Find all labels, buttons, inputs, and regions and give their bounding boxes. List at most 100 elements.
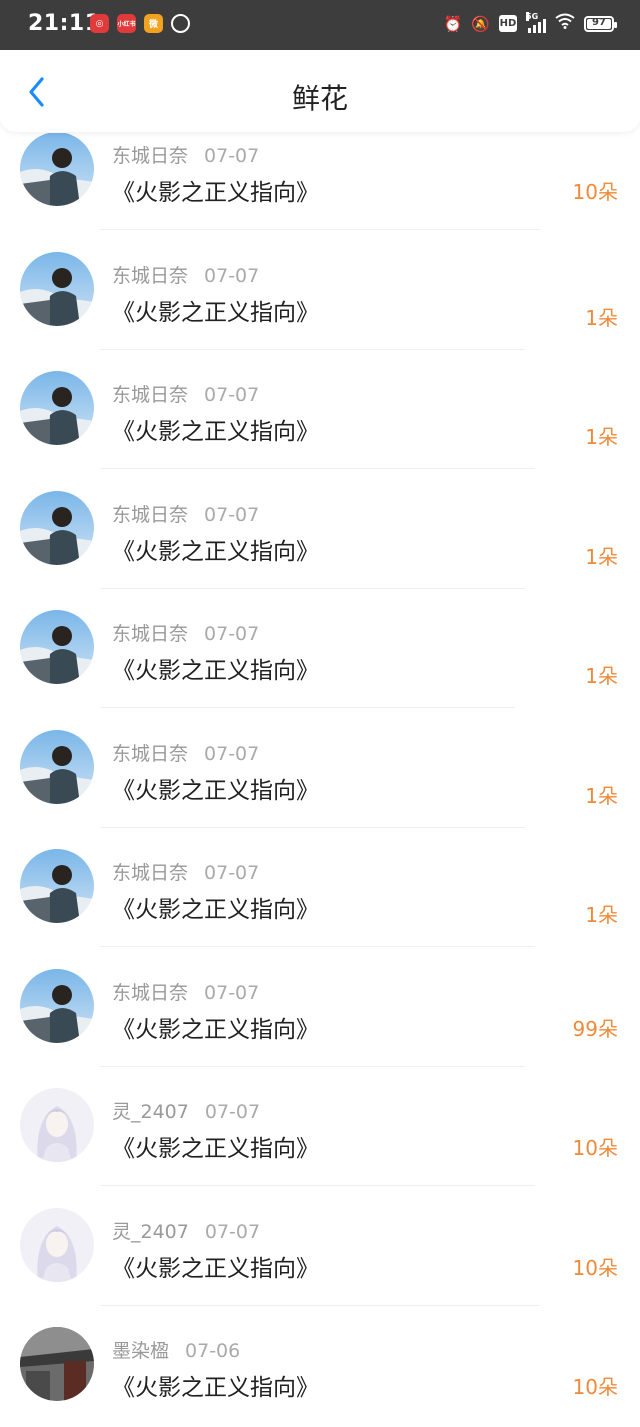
avatar[interactable] (20, 1327, 94, 1401)
avatar[interactable] (20, 490, 94, 565)
user-name: 东城日奈 07-07 (112, 619, 259, 646)
divider (100, 1065, 525, 1067)
record-date: 07-07 (204, 862, 260, 884)
list-item[interactable]: 东城日奈 07-07 《火影之正义指向》 1朵 (0, 837, 640, 957)
divider (100, 1185, 535, 1186)
user-name-text: 东城日奈 (112, 503, 189, 526)
record-date: 07-07 (204, 981, 260, 1004)
weibo-icon: 微 (144, 14, 163, 33)
list-item[interactable]: 东城日奈 07-07 《火影之正义指向》 1朵 (0, 359, 640, 479)
user-name: 东城日奈 07-07 (112, 739, 259, 766)
list-item[interactable]: 东城日奈 07-07 《火影之正义指向》 1朵 (0, 479, 640, 599)
record-date: 07-07 (204, 145, 260, 167)
divider (100, 348, 525, 350)
user-name: 灵_2407 07-07 (112, 1217, 260, 1244)
book-title: 《火影之正义指向》 (112, 1375, 319, 1401)
book-title: 《火影之正义指向》 (112, 299, 319, 326)
user-name: 灵_2407 07-07 (112, 1097, 260, 1124)
user-name-text: 东城日奈 (112, 742, 189, 765)
signal-icon: 5G (526, 11, 546, 33)
divider (100, 587, 525, 589)
avatar[interactable] (20, 251, 94, 326)
divider (100, 707, 515, 708)
user-name: 东城日奈 07-07 (112, 858, 259, 885)
book-title: 《火影之正义指向》 (112, 538, 319, 565)
user-name: 东城日奈 07-07 (112, 978, 259, 1005)
user-name-text: 东城日奈 (112, 623, 189, 645)
book-title: 《火影之正义指向》 (112, 419, 319, 445)
list-item[interactable]: 东城日奈 07-07 《火影之正义指向》 1朵 (0, 718, 640, 838)
flower-count: 10朵 (572, 1255, 618, 1280)
list-item[interactable]: 东城日奈 07-07 《火影之正义指向》 10朵 (0, 133, 640, 240)
user-name: 墨染楹 07-06 (112, 1336, 240, 1363)
battery-level: 97 (592, 16, 606, 28)
flower-count: 1朵 (585, 544, 618, 569)
list-item[interactable]: 墨染楹 07-06 《火影之正义指向》 10朵 (0, 1315, 640, 1427)
avatar[interactable] (20, 968, 94, 1043)
user-name: 东城日奈 07-07 (112, 380, 259, 407)
network-type: 5G (526, 11, 539, 21)
book-title: 《火影之正义指向》 (112, 1016, 319, 1043)
flower-count: 10朵 (572, 1375, 618, 1399)
flower-record-list[interactable]: 东城日奈 07-07 《火影之正义指向》 10朵 东城日奈 07-07 《火影之正义指向》 1… (0, 133, 640, 1427)
record-date: 07-07 (204, 384, 260, 406)
avatar[interactable] (20, 849, 94, 923)
user-name-text: 东城日奈 (112, 981, 189, 1004)
user-name-text: 灵_2407 (112, 1101, 189, 1123)
avatar[interactable] (20, 371, 94, 445)
avatar[interactable] (20, 1088, 94, 1162)
xiaohongshu-icon: 小红书 (117, 14, 136, 33)
divider (100, 468, 535, 469)
record-date: 07-06 (185, 1340, 241, 1362)
flower-count: 99朵 (572, 1016, 618, 1041)
book-title: 《火影之正义指向》 (112, 1255, 319, 1282)
record-date: 07-07 (204, 264, 260, 287)
record-date: 07-07 (204, 623, 260, 645)
wifi-icon (555, 13, 575, 34)
user-name-text: 墨染楹 (112, 1340, 170, 1362)
divider (100, 826, 525, 828)
record-date: 07-07 (204, 503, 260, 526)
list-item[interactable]: 东城日奈 07-07 《火影之正义指向》 99朵 (0, 957, 640, 1077)
record-date: 07-07 (204, 1101, 261, 1123)
status-bar: 21:11 ◎ 小红书 微 ⏰ 🔕 HD 5G 97 (0, 0, 640, 50)
battery-icon: 97 (584, 15, 617, 32)
divider (100, 1304, 540, 1306)
flower-count: 1朵 (585, 664, 618, 688)
page-title: 鲜花 (291, 82, 348, 115)
list-item[interactable]: 灵_2407 07-07 《火影之正义指向》 10朵 (0, 1076, 640, 1196)
alarm-icon: ⏰ (443, 14, 463, 33)
flower-count: 1朵 (585, 783, 618, 808)
flower-count: 10朵 (572, 1136, 618, 1160)
book-title: 《火影之正义指向》 (112, 777, 319, 804)
book-title: 《火影之正义指向》 (112, 1136, 319, 1162)
user-name: 东城日奈 07-07 (112, 261, 259, 288)
book-title: 《火影之正义指向》 (112, 180, 319, 206)
user-name-text: 东城日奈 (112, 145, 189, 167)
avatar[interactable] (20, 1207, 94, 1282)
user-name: 东城日奈 07-07 (112, 500, 259, 527)
flower-count: 1朵 (585, 305, 618, 330)
flower-count: 10朵 (572, 180, 618, 204)
user-name-text: 东城日奈 (112, 264, 189, 287)
avatar[interactable] (20, 133, 94, 206)
list-item[interactable]: 东城日奈 07-07 《火影之正义指向》 1朵 (0, 240, 640, 360)
book-title: 《火影之正义指向》 (112, 897, 319, 923)
notification-icons: ◎ 小红书 微 (90, 14, 190, 33)
record-date: 07-07 (204, 1220, 261, 1243)
divider (100, 229, 540, 230)
list-item[interactable]: 灵_2407 07-07 《火影之正义指向》 10朵 (0, 1196, 640, 1316)
netease-music-icon: ◎ (90, 14, 109, 33)
record-date: 07-07 (204, 742, 260, 765)
divider (100, 946, 535, 947)
mute-bell-icon: 🔕 (471, 14, 490, 33)
list-item[interactable]: 东城日奈 07-07 《火影之正义指向》 1朵 (0, 598, 640, 718)
user-name: 东城日奈 07-07 (112, 141, 259, 168)
circle-app-icon (171, 14, 190, 33)
avatar[interactable] (20, 729, 94, 804)
flower-count: 1朵 (585, 425, 618, 449)
avatar[interactable] (20, 610, 94, 684)
hd-icon: HD (499, 15, 517, 32)
flower-count: 1朵 (585, 903, 618, 927)
user-name-text: 东城日奈 (112, 862, 189, 884)
